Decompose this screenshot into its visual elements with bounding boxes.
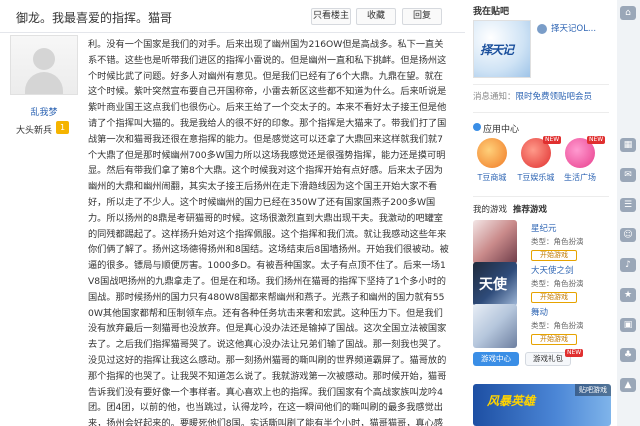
author-panel: 乱我梦 大头新兵 1 — [0, 33, 88, 426]
avatar-head-shape — [33, 48, 55, 70]
bar-user-link[interactable]: 择天记OL... — [551, 22, 596, 34]
tieba-page: 御龙。我最喜爱的指挥。猫哥 只看楼主 收藏 回复 乱我梦 大头新兵 1 利。没有… — [0, 0, 640, 426]
app-label-tdou-mall[interactable]: T豆商城 — [470, 172, 514, 183]
top-icon[interactable]: ▲ — [620, 378, 636, 392]
post-title: 御龙。我最喜爱的指挥。猫哥 — [16, 11, 173, 25]
home-icon[interactable]: ⌂ — [620, 6, 636, 20]
game-icon[interactable]: ♣ — [620, 348, 636, 362]
message-label: 消息通知： — [473, 92, 516, 102]
app-center-heading: 应用中心 — [483, 125, 520, 135]
only-author-button[interactable]: 只看楼主 — [311, 8, 351, 25]
avatar-body-shape — [25, 72, 63, 94]
tab-recommended-games[interactable]: 推荐游戏 — [513, 203, 547, 215]
reply-button[interactable]: 回复 — [402, 8, 442, 25]
app-label-life-plaza[interactable]: 生活广场 — [558, 172, 602, 183]
right-toolbar: ⌂ ▦ ✉ ☰ ☺ ♪ ★ ▣ ♣ ▲ — [617, 0, 640, 426]
chat-icon[interactable]: ☰ — [620, 198, 636, 212]
message-link[interactable]: 限时免费领贴吧会员 — [516, 92, 593, 102]
avatar[interactable] — [10, 35, 78, 95]
favorite-button[interactable]: 收藏 — [356, 8, 396, 25]
game-thumbnail[interactable] — [473, 220, 517, 264]
cart-icon[interactable]: ▣ — [620, 318, 636, 332]
start-game-button[interactable]: 开始游戏 — [531, 250, 577, 261]
game-type: 类型：角色扮演 — [531, 237, 584, 246]
author-level-title: 大头新兵 — [16, 126, 53, 136]
game-type: 类型：角色扮演 — [531, 279, 584, 288]
game-thumbnail[interactable] — [473, 304, 517, 348]
author-name[interactable]: 乱我梦 — [0, 105, 88, 118]
game-name[interactable]: 大天使之剑 — [531, 264, 574, 276]
app-label-tdou-casino[interactable]: T豆娱乐城 — [514, 172, 558, 183]
game-banner[interactable]: 风暴英雄 贴吧游戏 — [473, 384, 611, 426]
my-tieba-heading: 我在贴吧 — [473, 7, 510, 17]
bar-logo[interactable]: 择天记 — [473, 20, 531, 78]
level-badge-icon: 1 — [56, 121, 69, 134]
game-type: 类型：角色扮演 — [531, 321, 584, 330]
start-game-button[interactable]: 开始游戏 — [531, 334, 577, 345]
divider — [473, 112, 609, 113]
game-name[interactable]: 舞动 — [531, 306, 548, 318]
post-scrollbar[interactable] — [452, 33, 465, 426]
game-name[interactable]: 星纪元 — [531, 222, 557, 234]
grid-icon[interactable]: ▦ — [620, 138, 636, 152]
star-icon[interactable]: ★ — [620, 288, 636, 302]
tab-my-games[interactable]: 我的游戏 — [473, 203, 507, 215]
sidebar: 我在贴吧 择天记 择天记OL... 消息通知：限时免费领贴吧会员 应用中心 NE… — [465, 0, 617, 426]
game-thumbnail-text: 天使 — [479, 277, 507, 293]
banner-title: 风暴英雄 — [487, 394, 536, 408]
bell-icon[interactable]: ♪ — [620, 258, 636, 272]
divider — [473, 196, 609, 197]
start-game-button[interactable]: 开始游戏 — [531, 292, 577, 303]
app-center-icon — [473, 123, 481, 131]
post-content: 利。没有一个国家是我们的对手。后来出现了幽州国为216OW但是高战多。私下一直关… — [88, 39, 449, 426]
user-icon — [537, 24, 547, 34]
user-icon[interactable]: ☺ — [620, 228, 636, 242]
mail-icon[interactable]: ✉ — [620, 168, 636, 182]
message-notice: 消息通知：限时免费领贴吧会员 — [473, 90, 592, 102]
game-center-button[interactable]: 游戏中心 — [473, 352, 519, 366]
banner-tag: 贴吧游戏 — [575, 384, 611, 396]
new-badge: NEW — [587, 136, 606, 144]
tdou-mall-icon[interactable] — [477, 138, 507, 168]
post-floor: 乱我梦 大头新兵 1 利。没有一个国家是我们的对手。后来出现了幽州国为216OW… — [0, 33, 465, 426]
post-header: 御龙。我最喜爱的指挥。猫哥 只看楼主 收藏 回复 — [0, 0, 465, 33]
new-badge: NEW — [543, 136, 562, 144]
divider — [473, 84, 609, 85]
new-badge: NEW — [565, 349, 584, 357]
bar-logo-text: 择天记 — [480, 43, 514, 57]
game-thumbnail[interactable]: 天使 — [473, 262, 517, 306]
